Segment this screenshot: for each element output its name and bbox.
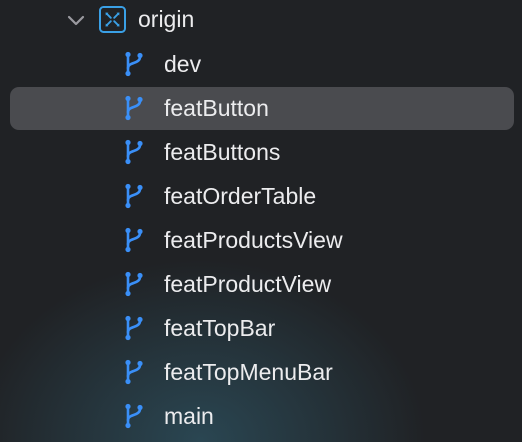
chevron-down-icon[interactable] [64,8,88,32]
branch-row[interactable]: featButtons [0,130,522,174]
git-branch-icon [121,270,147,298]
remote-repository-icon [98,5,127,34]
branch-label: featButton [164,95,269,121]
branch-row[interactable]: featTopBar [0,306,522,350]
branch-label: featButtons [164,139,281,165]
branch-label: dev [164,51,202,77]
git-branch-icon [121,226,147,254]
git-branch-icon [121,402,147,430]
branch-row[interactable]: featProductsView [0,218,522,262]
git-branch-icon [121,138,147,166]
branch-label: featOrderTable [164,183,317,209]
git-branch-icon [121,358,147,386]
branch-row[interactable]: dev [0,42,522,86]
branch-row[interactable]: featOrderTable [0,174,522,218]
branch-row[interactable]: featButton [0,86,522,130]
git-branch-icon [121,314,147,342]
branch-row[interactable]: featProductView [0,262,522,306]
branch-row[interactable]: featTopMenuBar [0,350,522,394]
branch-label: featTopMenuBar [164,359,333,385]
git-branch-icon [121,94,147,122]
remote-row-origin[interactable]: origin [0,0,522,40]
git-branch-icon [121,182,147,210]
git-branch-icon [121,50,147,78]
remote-label: origin [138,6,195,32]
branch-list: dev featButton featButtons featOrderTable fe… [0,42,522,438]
branch-label: main [164,403,214,429]
source-control-navigator: origin dev featButton featButtons featOrder… [0,0,522,442]
branch-row[interactable]: main [0,394,522,438]
branch-label: featProductsView [164,227,343,253]
branch-label: featProductView [164,271,332,297]
branch-label: featTopBar [164,315,276,341]
